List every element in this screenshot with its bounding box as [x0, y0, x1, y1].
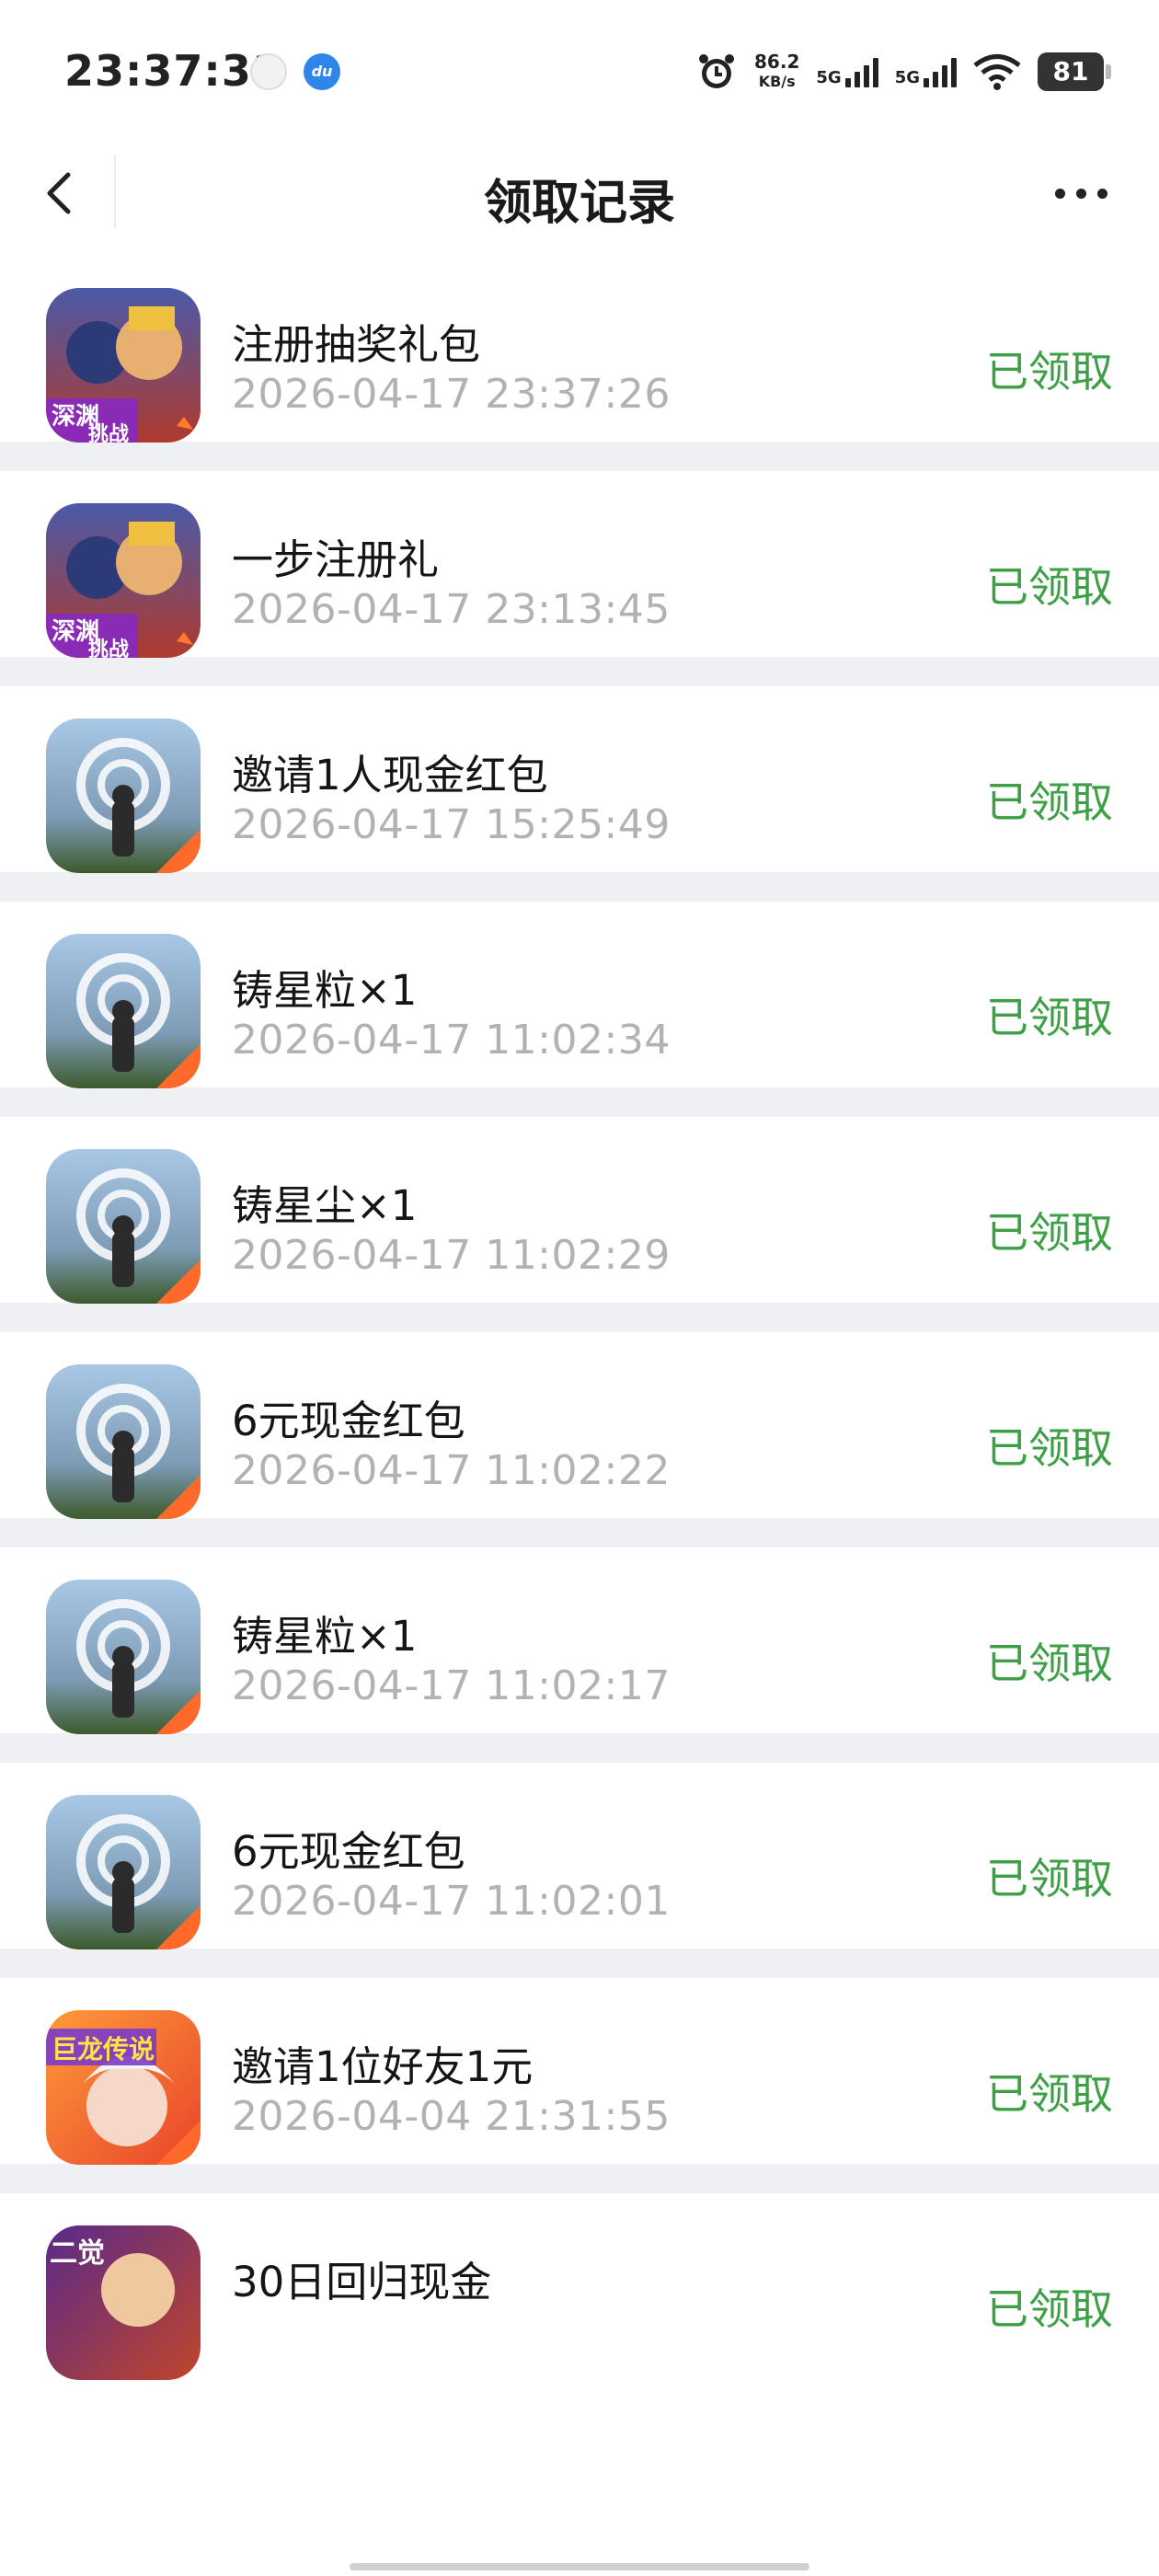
- claimed-status: 已领取: [986, 2284, 1113, 2334]
- notification-app-icon: [250, 53, 287, 90]
- signal-bars-icon: [844, 56, 878, 87]
- record-row[interactable]: 邀请1人现金红包 2026-04-17 15:25:49 已领取: [0, 686, 1159, 902]
- record-title: 一步注册礼: [232, 535, 440, 584]
- claimed-status: 已领取: [986, 777, 1113, 827]
- record-time: 2026-04-17 11:02:34: [232, 1017, 671, 1064]
- record-title: 邀请1位好友1元: [232, 2042, 534, 2091]
- record-row[interactable]: 二觉 30日回归现金 已领取: [0, 2193, 1159, 2409]
- claimed-status: 已领取: [986, 1854, 1113, 1903]
- wanderer-game-icon: [46, 1149, 201, 1304]
- status-bar: 23:37:31 du 86.2 KB/s 5G 5G 81: [0, 0, 1159, 147]
- wanderer-game-icon: [46, 1580, 201, 1734]
- svg-text:挑战: 挑战: [88, 423, 129, 443]
- record-time: 2026-04-17 11:02:29: [232, 1232, 671, 1279]
- record-row[interactable]: 深渊 挑战 一步注册礼 2026-04-17 23:13:45 已领取: [0, 471, 1159, 686]
- net-speed-unit: KB/s: [758, 73, 796, 90]
- wanderer-game-icon: [46, 719, 201, 873]
- legend-game-icon: 巨龙传说: [46, 2010, 201, 2165]
- claimed-status: 已领取: [986, 347, 1113, 397]
- abyss-challenge-game-icon: 深渊 挑战: [46, 288, 201, 443]
- claimed-status: 已领取: [986, 993, 1113, 1042]
- signal-bars-icon: [924, 56, 957, 87]
- record-title: 6元现金红包: [232, 1397, 465, 1445]
- record-row[interactable]: 6元现金红包 2026-04-17 11:02:01 已领取: [0, 1763, 1159, 1978]
- page-title: 领取记录: [483, 176, 675, 231]
- more-dot-icon: [1075, 188, 1086, 199]
- sim2-signal: 5G: [895, 56, 957, 87]
- record-row[interactable]: 6元现金红包 2026-04-17 11:02:22 已领取: [0, 1332, 1159, 1547]
- record-time: 2026-04-17 15:25:49: [232, 801, 671, 848]
- record-time: 2026-04-04 21:31:55: [232, 2093, 671, 2140]
- sim1-signal: 5G: [816, 56, 878, 87]
- record-title: 铸星粒×1: [232, 966, 418, 1015]
- status-indicators: 86.2 KB/s 5G 5G 81: [695, 44, 1111, 99]
- nav-bar: 领取记录: [0, 147, 1159, 239]
- record-title: 邀请1人现金红包: [232, 751, 548, 799]
- alarm-icon: [699, 54, 735, 88]
- wifi-icon: [973, 54, 1021, 90]
- sim1-label: 5G: [816, 68, 842, 87]
- record-time: 2026-04-17 23:37:26: [232, 371, 671, 418]
- record-time: 2026-04-17 11:02:17: [232, 1662, 671, 1709]
- abyss-challenge-game-icon: 深渊 挑战: [46, 503, 201, 658]
- record-row[interactable]: 巨龙传说 邀请1位好友1元 2026-04-04 21:31:55 已领取: [0, 1978, 1159, 2193]
- net-speed: 86.2 KB/s: [754, 52, 799, 92]
- record-title: 6元现金红包: [232, 1827, 465, 1876]
- record-row[interactable]: 铸星粒×1 2026-04-17 11:02:34 已领取: [0, 902, 1159, 1117]
- wanderer-game-icon: [46, 934, 201, 1088]
- wanderer-game-icon: [46, 1795, 201, 1949]
- record-title: 铸星尘×1: [232, 1181, 418, 1230]
- svg-text:巨龙传说: 巨龙传说: [52, 2034, 155, 2064]
- record-list: 深渊 挑战 注册抽奖礼包 2026-04-17 23:37:26 已领取 深渊 …: [0, 256, 1159, 2409]
- record-row[interactable]: 铸星粒×1 2026-04-17 11:02:17 已领取: [0, 1547, 1159, 1763]
- sim2-label: 5G: [894, 68, 920, 87]
- wanderer-game-icon: [46, 1364, 201, 1519]
- home-indicator[interactable]: [350, 2563, 809, 2570]
- claimed-status: 已领取: [986, 2069, 1113, 2119]
- second-awakening-game-icon: 二觉: [46, 2225, 201, 2380]
- baidu-app-icon: du: [304, 53, 340, 90]
- record-title: 30日回归现金: [232, 2258, 492, 2306]
- battery-indicator: 81: [1038, 52, 1111, 91]
- claimed-status: 已领取: [986, 1639, 1113, 1688]
- record-time: 2026-04-17 11:02:01: [232, 1878, 671, 1925]
- more-dot-icon: [1096, 188, 1107, 199]
- claimed-status: 已领取: [986, 562, 1113, 612]
- record-title: 注册抽奖礼包: [232, 320, 481, 369]
- record-title: 铸星粒×1: [232, 1612, 418, 1661]
- svg-text:二觉: 二觉: [50, 2237, 105, 2270]
- record-time: 2026-04-17 23:13:45: [232, 586, 671, 633]
- record-time: 2026-04-17 11:02:22: [232, 1447, 671, 1494]
- svg-text:挑战: 挑战: [88, 638, 129, 658]
- net-speed-value: 86.2: [754, 51, 800, 73]
- more-dot-icon: [1054, 188, 1065, 199]
- claimed-status: 已领取: [986, 1423, 1113, 1473]
- record-row[interactable]: 铸星尘×1 2026-04-17 11:02:29 已领取: [0, 1117, 1159, 1332]
- claimed-status: 已领取: [986, 1208, 1113, 1258]
- more-button[interactable]: [1039, 166, 1122, 221]
- record-row[interactable]: 深渊 挑战 注册抽奖礼包 2026-04-17 23:37:26 已领取: [0, 256, 1159, 471]
